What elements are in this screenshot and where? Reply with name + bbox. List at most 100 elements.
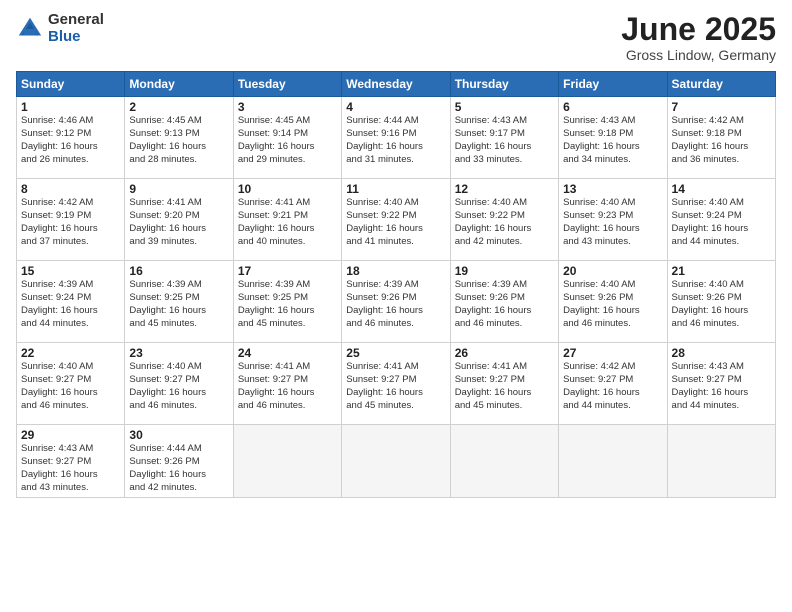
day-info: Sunrise: 4:40 AM Sunset: 9:26 PM Dayligh… [563, 279, 662, 330]
table-cell: 21Sunrise: 4:40 AM Sunset: 9:26 PM Dayli… [667, 261, 775, 343]
col-monday: Monday [125, 72, 233, 97]
header: General Blue June 2025 Gross Lindow, Ger… [16, 12, 776, 63]
day-info: Sunrise: 4:44 AM Sunset: 9:16 PM Dayligh… [346, 115, 445, 166]
day-number: 20 [563, 264, 662, 278]
day-number: 17 [238, 264, 337, 278]
day-info: Sunrise: 4:45 AM Sunset: 9:14 PM Dayligh… [238, 115, 337, 166]
week-row-2: 8Sunrise: 4:42 AM Sunset: 9:19 PM Daylig… [17, 179, 776, 261]
table-cell: 20Sunrise: 4:40 AM Sunset: 9:26 PM Dayli… [559, 261, 667, 343]
table-cell: 3Sunrise: 4:45 AM Sunset: 9:14 PM Daylig… [233, 97, 341, 179]
day-info: Sunrise: 4:41 AM Sunset: 9:27 PM Dayligh… [238, 361, 337, 412]
day-info: Sunrise: 4:41 AM Sunset: 9:27 PM Dayligh… [455, 361, 554, 412]
table-cell: 11Sunrise: 4:40 AM Sunset: 9:22 PM Dayli… [342, 179, 450, 261]
week-row-1: 1Sunrise: 4:46 AM Sunset: 9:12 PM Daylig… [17, 97, 776, 179]
day-number: 13 [563, 182, 662, 196]
day-info: Sunrise: 4:40 AM Sunset: 9:24 PM Dayligh… [672, 197, 771, 248]
day-info: Sunrise: 4:41 AM Sunset: 9:27 PM Dayligh… [346, 361, 445, 412]
day-info: Sunrise: 4:39 AM Sunset: 9:26 PM Dayligh… [455, 279, 554, 330]
col-saturday: Saturday [667, 72, 775, 97]
table-cell: 14Sunrise: 4:40 AM Sunset: 9:24 PM Dayli… [667, 179, 775, 261]
month-title: June 2025 [621, 12, 776, 47]
day-number: 28 [672, 346, 771, 360]
day-number: 9 [129, 182, 228, 196]
table-cell [667, 425, 775, 498]
day-number: 10 [238, 182, 337, 196]
table-cell: 5Sunrise: 4:43 AM Sunset: 9:17 PM Daylig… [450, 97, 558, 179]
table-cell: 7Sunrise: 4:42 AM Sunset: 9:18 PM Daylig… [667, 97, 775, 179]
day-info: Sunrise: 4:39 AM Sunset: 9:25 PM Dayligh… [238, 279, 337, 330]
day-number: 30 [129, 428, 228, 442]
location: Gross Lindow, Germany [621, 47, 776, 63]
table-cell: 29Sunrise: 4:43 AM Sunset: 9:27 PM Dayli… [17, 425, 125, 498]
table-cell: 18Sunrise: 4:39 AM Sunset: 9:26 PM Dayli… [342, 261, 450, 343]
day-number: 12 [455, 182, 554, 196]
day-number: 4 [346, 100, 445, 114]
logo-general-text: General [48, 12, 104, 29]
table-cell: 10Sunrise: 4:41 AM Sunset: 9:21 PM Dayli… [233, 179, 341, 261]
week-row-5: 29Sunrise: 4:43 AM Sunset: 9:27 PM Dayli… [17, 425, 776, 498]
table-cell [450, 425, 558, 498]
day-number: 19 [455, 264, 554, 278]
table-cell: 25Sunrise: 4:41 AM Sunset: 9:27 PM Dayli… [342, 343, 450, 425]
day-number: 14 [672, 182, 771, 196]
logo-blue-text: Blue [48, 29, 104, 46]
day-info: Sunrise: 4:39 AM Sunset: 9:25 PM Dayligh… [129, 279, 228, 330]
day-number: 22 [21, 346, 120, 360]
logo-text: General Blue [48, 12, 104, 45]
day-info: Sunrise: 4:39 AM Sunset: 9:24 PM Dayligh… [21, 279, 120, 330]
table-cell: 9Sunrise: 4:41 AM Sunset: 9:20 PM Daylig… [125, 179, 233, 261]
day-info: Sunrise: 4:45 AM Sunset: 9:13 PM Dayligh… [129, 115, 228, 166]
day-number: 7 [672, 100, 771, 114]
day-info: Sunrise: 4:44 AM Sunset: 9:26 PM Dayligh… [129, 443, 228, 494]
table-cell: 2Sunrise: 4:45 AM Sunset: 9:13 PM Daylig… [125, 97, 233, 179]
logo: General Blue [16, 12, 104, 45]
table-cell: 6Sunrise: 4:43 AM Sunset: 9:18 PM Daylig… [559, 97, 667, 179]
title-block: June 2025 Gross Lindow, Germany [621, 12, 776, 63]
table-cell: 19Sunrise: 4:39 AM Sunset: 9:26 PM Dayli… [450, 261, 558, 343]
table-cell: 17Sunrise: 4:39 AM Sunset: 9:25 PM Dayli… [233, 261, 341, 343]
day-number: 21 [672, 264, 771, 278]
col-wednesday: Wednesday [342, 72, 450, 97]
day-info: Sunrise: 4:40 AM Sunset: 9:27 PM Dayligh… [129, 361, 228, 412]
day-number: 1 [21, 100, 120, 114]
day-number: 2 [129, 100, 228, 114]
day-info: Sunrise: 4:42 AM Sunset: 9:18 PM Dayligh… [672, 115, 771, 166]
table-cell [559, 425, 667, 498]
table-cell: 22Sunrise: 4:40 AM Sunset: 9:27 PM Dayli… [17, 343, 125, 425]
day-number: 3 [238, 100, 337, 114]
day-number: 29 [21, 428, 120, 442]
day-number: 24 [238, 346, 337, 360]
day-number: 26 [455, 346, 554, 360]
day-number: 23 [129, 346, 228, 360]
header-row: Sunday Monday Tuesday Wednesday Thursday… [17, 72, 776, 97]
day-info: Sunrise: 4:40 AM Sunset: 9:22 PM Dayligh… [455, 197, 554, 248]
day-info: Sunrise: 4:46 AM Sunset: 9:12 PM Dayligh… [21, 115, 120, 166]
day-info: Sunrise: 4:41 AM Sunset: 9:20 PM Dayligh… [129, 197, 228, 248]
day-info: Sunrise: 4:40 AM Sunset: 9:26 PM Dayligh… [672, 279, 771, 330]
table-cell [233, 425, 341, 498]
day-number: 8 [21, 182, 120, 196]
day-info: Sunrise: 4:40 AM Sunset: 9:23 PM Dayligh… [563, 197, 662, 248]
day-info: Sunrise: 4:40 AM Sunset: 9:27 PM Dayligh… [21, 361, 120, 412]
table-cell: 8Sunrise: 4:42 AM Sunset: 9:19 PM Daylig… [17, 179, 125, 261]
day-info: Sunrise: 4:42 AM Sunset: 9:27 PM Dayligh… [563, 361, 662, 412]
table-cell: 16Sunrise: 4:39 AM Sunset: 9:25 PM Dayli… [125, 261, 233, 343]
day-info: Sunrise: 4:39 AM Sunset: 9:26 PM Dayligh… [346, 279, 445, 330]
table-cell: 1Sunrise: 4:46 AM Sunset: 9:12 PM Daylig… [17, 97, 125, 179]
table-cell: 15Sunrise: 4:39 AM Sunset: 9:24 PM Dayli… [17, 261, 125, 343]
table-cell: 13Sunrise: 4:40 AM Sunset: 9:23 PM Dayli… [559, 179, 667, 261]
table-cell: 30Sunrise: 4:44 AM Sunset: 9:26 PM Dayli… [125, 425, 233, 498]
table-cell: 24Sunrise: 4:41 AM Sunset: 9:27 PM Dayli… [233, 343, 341, 425]
day-info: Sunrise: 4:43 AM Sunset: 9:27 PM Dayligh… [21, 443, 120, 494]
day-number: 15 [21, 264, 120, 278]
week-row-4: 22Sunrise: 4:40 AM Sunset: 9:27 PM Dayli… [17, 343, 776, 425]
day-info: Sunrise: 4:43 AM Sunset: 9:18 PM Dayligh… [563, 115, 662, 166]
day-number: 6 [563, 100, 662, 114]
table-cell: 4Sunrise: 4:44 AM Sunset: 9:16 PM Daylig… [342, 97, 450, 179]
day-number: 16 [129, 264, 228, 278]
day-number: 5 [455, 100, 554, 114]
day-number: 25 [346, 346, 445, 360]
calendar-table: Sunday Monday Tuesday Wednesday Thursday… [16, 71, 776, 498]
col-tuesday: Tuesday [233, 72, 341, 97]
day-info: Sunrise: 4:43 AM Sunset: 9:17 PM Dayligh… [455, 115, 554, 166]
